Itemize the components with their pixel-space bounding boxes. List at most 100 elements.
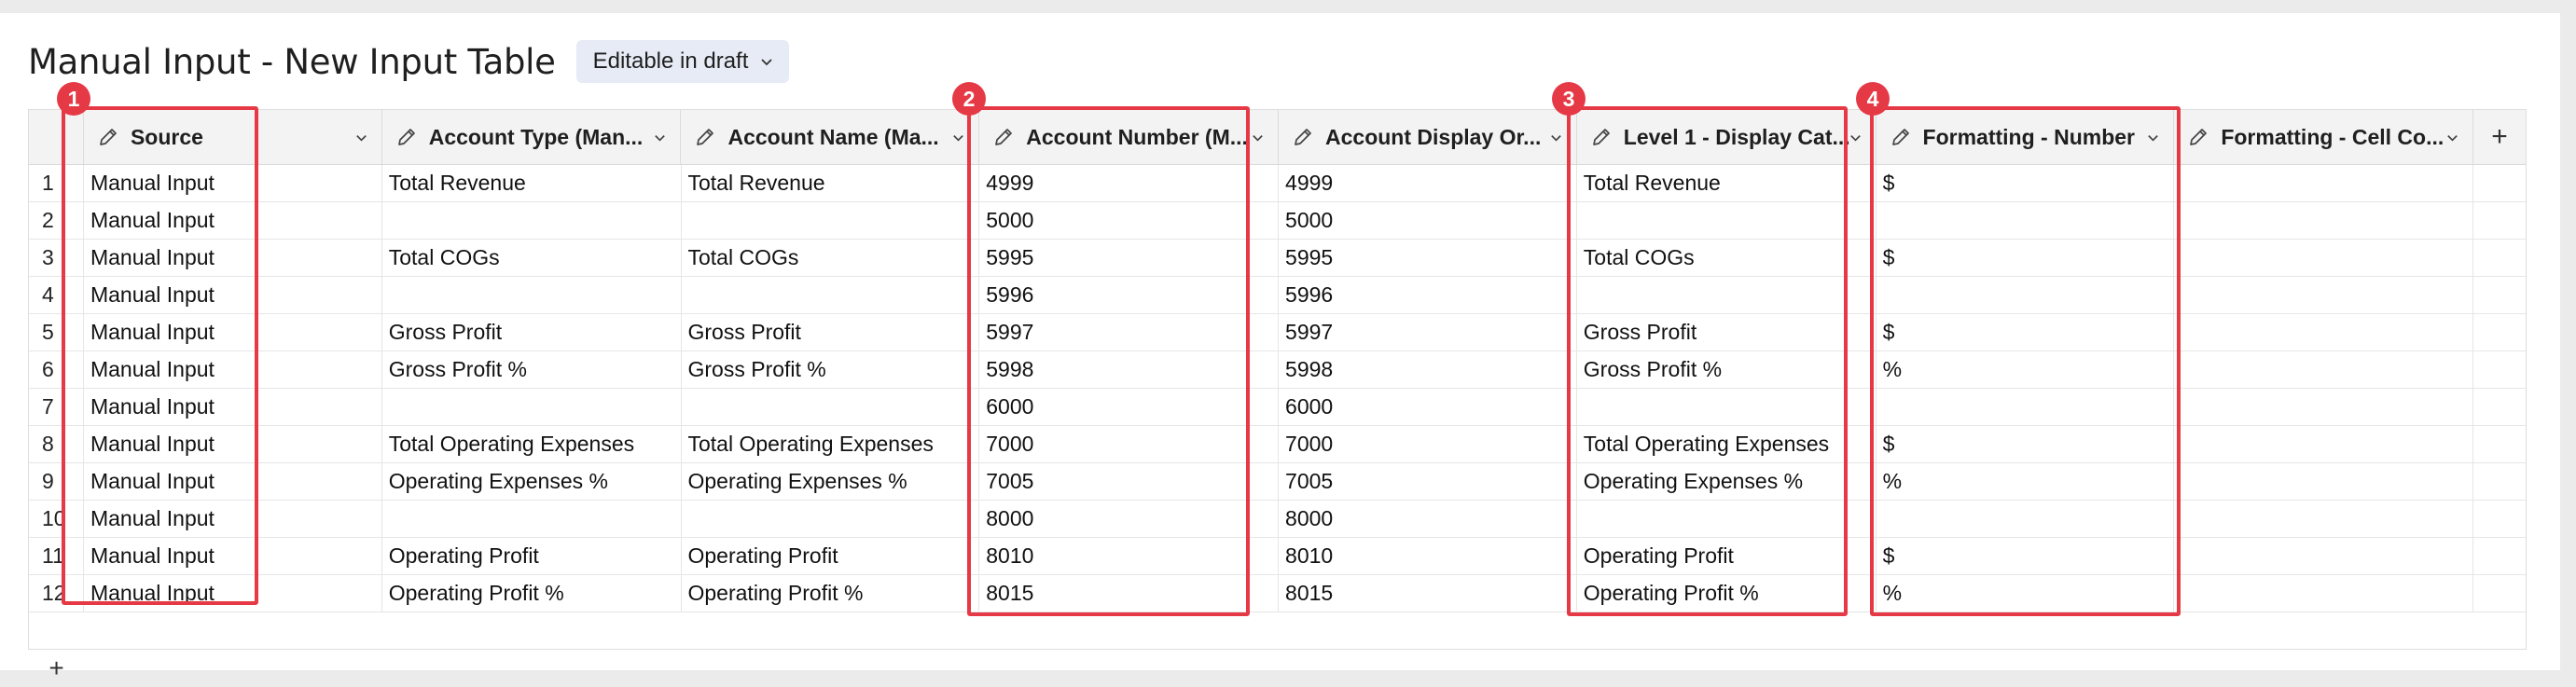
cell-formatting-number[interactable]: % (1876, 351, 2175, 389)
cell-account-type[interactable]: Operating Expenses % (381, 463, 682, 501)
column-header-formatting-number[interactable]: Formatting - Number (1877, 110, 2175, 164)
pencil-icon[interactable] (1890, 126, 1912, 148)
cell-account-name[interactable] (681, 202, 980, 240)
cell-account-display-order[interactable]: 7000 (1279, 426, 1577, 463)
cell-account-number[interactable]: 8000 (979, 501, 1280, 538)
add-row-button[interactable]: + (29, 650, 84, 687)
chevron-down-icon[interactable] (2146, 131, 2160, 144)
cell-source[interactable]: Manual Input (83, 277, 382, 314)
cell-level-1-display-category[interactable]: Operating Profit % (1576, 575, 1877, 612)
column-header-level-1-display-category[interactable]: Level 1 - Display Cat... (1577, 110, 1877, 164)
cell-account-display-order[interactable]: 8010 (1279, 538, 1577, 575)
cell-formatting-number[interactable]: % (1876, 575, 2175, 612)
column-header-account-name[interactable]: Account Name (Ma... (681, 110, 980, 164)
cell-account-type[interactable]: Total Revenue (381, 165, 682, 202)
cell-formatting-number[interactable]: $ (1876, 240, 2175, 277)
cell-source[interactable]: Manual Input (83, 202, 382, 240)
pencil-icon[interactable] (694, 126, 716, 148)
cell-account-type[interactable] (381, 202, 682, 240)
cell-account-display-order[interactable]: 6000 (1279, 389, 1577, 426)
cell-formatting-cell-color[interactable] (2174, 389, 2474, 426)
chevron-down-icon[interactable] (1549, 131, 1563, 144)
cell-source[interactable]: Manual Input (83, 165, 382, 202)
cell-account-name[interactable]: Gross Profit % (681, 351, 980, 389)
cell-account-number[interactable]: 5998 (979, 351, 1280, 389)
editable-in-draft-dropdown[interactable]: Editable in draft (575, 40, 790, 83)
cell-level-1-display-category[interactable]: Gross Profit (1576, 314, 1877, 351)
cell-formatting-cell-color[interactable] (2174, 165, 2474, 202)
cell-source[interactable]: Manual Input (83, 240, 382, 277)
cell-account-number[interactable]: 5997 (979, 314, 1280, 351)
cell-account-display-order[interactable]: 5998 (1279, 351, 1577, 389)
cell-account-type[interactable] (381, 277, 682, 314)
pencil-icon[interactable] (2187, 126, 2209, 148)
cell-account-display-order[interactable]: 7005 (1279, 463, 1577, 501)
cell-formatting-cell-color[interactable] (2174, 463, 2474, 501)
cell-account-name[interactable]: Operating Expenses % (681, 463, 980, 501)
chevron-down-icon[interactable] (1251, 131, 1265, 144)
cell-formatting-cell-color[interactable] (2174, 240, 2474, 277)
cell-account-display-order[interactable]: 5995 (1279, 240, 1577, 277)
cell-account-type[interactable] (381, 389, 682, 426)
cell-account-name[interactable]: Total Revenue (681, 165, 980, 202)
cell-level-1-display-category[interactable]: Operating Profit (1576, 538, 1877, 575)
cell-account-type[interactable]: Gross Profit (381, 314, 682, 351)
pencil-icon[interactable] (97, 126, 119, 148)
cell-formatting-cell-color[interactable] (2174, 538, 2474, 575)
cell-account-number[interactable]: 6000 (979, 389, 1280, 426)
column-header-account-type[interactable]: Account Type (Man... (382, 110, 682, 164)
cell-level-1-display-category[interactable]: Total Revenue (1576, 165, 1877, 202)
cell-level-1-display-category[interactable]: Total Operating Expenses (1576, 426, 1877, 463)
cell-formatting-cell-color[interactable] (2174, 314, 2474, 351)
cell-formatting-cell-color[interactable] (2174, 501, 2474, 538)
cell-level-1-display-category[interactable] (1576, 277, 1877, 314)
cell-account-number[interactable]: 7005 (979, 463, 1280, 501)
cell-account-number[interactable]: 7000 (979, 426, 1280, 463)
cell-source[interactable]: Manual Input (83, 575, 382, 612)
chevron-down-icon[interactable] (951, 131, 965, 144)
cell-account-type[interactable]: Operating Profit % (381, 575, 682, 612)
cell-account-number[interactable]: 4999 (979, 165, 1280, 202)
cell-account-type[interactable]: Gross Profit % (381, 351, 682, 389)
cell-account-display-order[interactable]: 5997 (1279, 314, 1577, 351)
add-column-button[interactable]: + (2473, 110, 2526, 164)
cell-account-display-order[interactable]: 8015 (1279, 575, 1577, 612)
cell-source[interactable]: Manual Input (83, 538, 382, 575)
cell-source[interactable]: Manual Input (83, 463, 382, 501)
cell-formatting-cell-color[interactable] (2174, 202, 2474, 240)
cell-source[interactable]: Manual Input (83, 351, 382, 389)
cell-account-name[interactable] (681, 501, 980, 538)
cell-formatting-number[interactable] (1876, 389, 2175, 426)
chevron-down-icon[interactable] (653, 131, 667, 144)
cell-formatting-cell-color[interactable] (2174, 351, 2474, 389)
cell-account-number[interactable]: 8010 (979, 538, 1280, 575)
cell-account-name[interactable]: Operating Profit (681, 538, 980, 575)
cell-account-display-order[interactable]: 5000 (1279, 202, 1577, 240)
cell-level-1-display-category[interactable]: Total COGs (1576, 240, 1877, 277)
cell-level-1-display-category[interactable] (1576, 501, 1877, 538)
cell-account-display-order[interactable]: 4999 (1279, 165, 1577, 202)
cell-formatting-number[interactable] (1876, 202, 2175, 240)
cell-formatting-cell-color[interactable] (2174, 277, 2474, 314)
cell-formatting-number[interactable]: $ (1876, 426, 2175, 463)
cell-account-name[interactable] (681, 389, 980, 426)
cell-formatting-cell-color[interactable] (2174, 575, 2474, 612)
cell-formatting-number[interactable]: $ (1876, 165, 2175, 202)
cell-account-type[interactable]: Operating Profit (381, 538, 682, 575)
pencil-icon[interactable] (1590, 126, 1613, 148)
cell-account-name[interactable]: Total COGs (681, 240, 980, 277)
cell-formatting-number[interactable]: $ (1876, 314, 2175, 351)
pencil-icon[interactable] (395, 126, 418, 148)
cell-formatting-number[interactable]: % (1876, 463, 2175, 501)
cell-account-name[interactable]: Operating Profit % (681, 575, 980, 612)
cell-source[interactable]: Manual Input (83, 426, 382, 463)
cell-account-type[interactable]: Total COGs (381, 240, 682, 277)
cell-account-name[interactable]: Total Operating Expenses (681, 426, 980, 463)
cell-level-1-display-category[interactable] (1576, 202, 1877, 240)
pencil-icon[interactable] (1292, 126, 1314, 148)
cell-account-number[interactable]: 8015 (979, 575, 1280, 612)
cell-account-display-order[interactable]: 8000 (1279, 501, 1577, 538)
cell-formatting-number[interactable]: $ (1876, 538, 2175, 575)
pencil-icon[interactable] (992, 126, 1015, 148)
cell-account-type[interactable] (381, 501, 682, 538)
